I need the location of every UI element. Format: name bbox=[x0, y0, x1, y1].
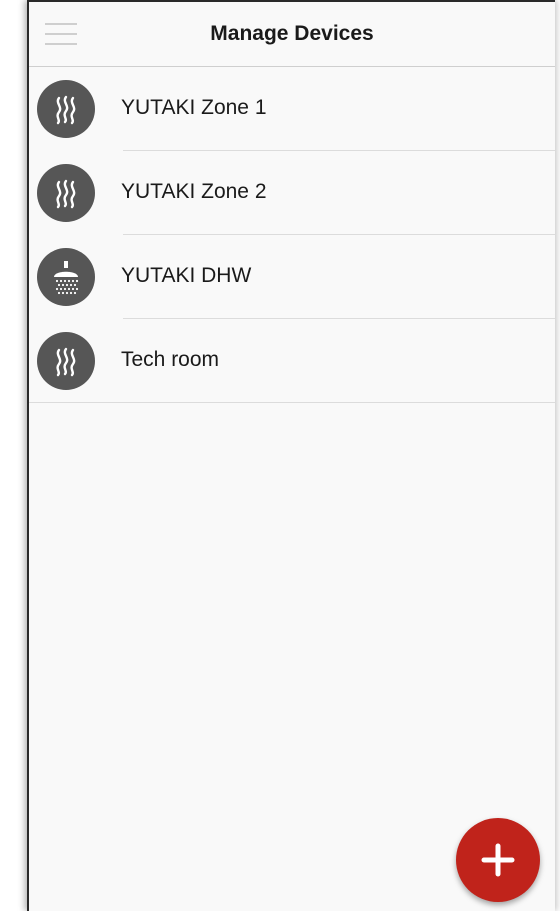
heating-waves-icon bbox=[37, 164, 95, 222]
device-row-yutaki-dhw[interactable]: YUTAKI DHW bbox=[29, 235, 555, 319]
device-row-tech-room[interactable]: Tech room bbox=[29, 319, 555, 403]
device-name: YUTAKI DHW bbox=[121, 264, 252, 287]
app-screen: Manage Devices YUTAKI Zone 1 YUTAKI Zone… bbox=[27, 0, 555, 911]
device-list: YUTAKI Zone 1 YUTAKI Zone 2 YUTAKI DHW T… bbox=[29, 67, 555, 403]
device-frame: Manage Devices YUTAKI Zone 1 YUTAKI Zone… bbox=[0, 0, 560, 911]
heating-waves-icon bbox=[37, 332, 95, 390]
plus-icon bbox=[481, 843, 515, 877]
top-bar: Manage Devices bbox=[29, 0, 555, 67]
device-name: YUTAKI Zone 2 bbox=[121, 180, 267, 203]
device-row-yutaki-zone-1[interactable]: YUTAKI Zone 1 bbox=[29, 67, 555, 151]
device-name: YUTAKI Zone 1 bbox=[121, 96, 267, 119]
page-title: Manage Devices bbox=[210, 22, 374, 45]
shower-icon bbox=[37, 248, 95, 306]
device-name: Tech room bbox=[121, 348, 220, 371]
device-row-yutaki-zone-2[interactable]: YUTAKI Zone 2 bbox=[29, 151, 555, 235]
heating-waves-icon bbox=[37, 80, 95, 138]
add-device-button[interactable] bbox=[456, 818, 540, 902]
